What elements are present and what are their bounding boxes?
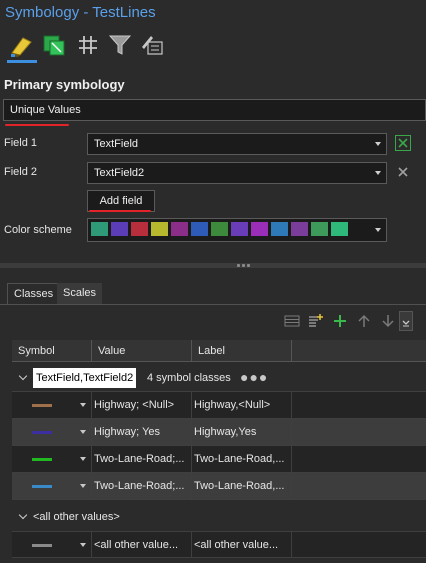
red-underline-add-field: [89, 210, 151, 212]
label-classes-icon[interactable]: [75, 32, 101, 58]
active-tab-indicator: [7, 60, 37, 63]
window-title: Symbology - TestLines: [5, 4, 156, 21]
chevron-down-icon: [375, 171, 381, 175]
list-view-icon[interactable]: [284, 313, 300, 329]
table-row[interactable]: Highway; <Null> Highway,<Null>: [12, 392, 426, 419]
color-swatch: [331, 222, 348, 236]
symbol-cell[interactable]: [12, 392, 92, 418]
header-symbol[interactable]: Symbol: [12, 340, 92, 362]
filter-icon[interactable]: [107, 32, 133, 58]
line-symbol-swatch: [32, 544, 52, 547]
add-class-icon[interactable]: [332, 313, 348, 329]
group-count: 4 symbol classes: [147, 372, 231, 384]
color-swatch: [171, 222, 188, 236]
color-swatch: [211, 222, 228, 236]
color-swatch: [291, 222, 308, 236]
grip-dot: [237, 264, 240, 267]
symbology-method-value: Unique Values: [10, 104, 81, 116]
chevron-down-icon[interactable]: [80, 457, 86, 461]
add-values-icon[interactable]: [307, 313, 323, 329]
color-swatch: [151, 222, 168, 236]
table-row[interactable]: Two-Lane-Road;... Two-Lane-Road,...: [12, 446, 426, 473]
color-scheme-label: Color scheme: [4, 224, 72, 236]
group-options-icon[interactable]: ●●●: [240, 369, 268, 385]
color-swatch: [231, 222, 248, 236]
add-field-button[interactable]: Add field: [87, 190, 155, 212]
field1-label: Field 1: [4, 137, 38, 149]
color-swatch: [191, 222, 208, 236]
grip-dot: [247, 264, 250, 267]
tab-classes[interactable]: Classes: [7, 283, 61, 304]
vary-symbology-icon[interactable]: [41, 32, 67, 58]
section-heading: Primary symbology: [4, 77, 125, 92]
value-cell[interactable]: Two-Lane-Road;...: [92, 473, 192, 499]
chevron-down-icon[interactable]: [18, 371, 28, 381]
group-field-name[interactable]: TextField,TextField2: [33, 368, 137, 388]
symbol-cell[interactable]: [12, 473, 92, 499]
header-value[interactable]: Value: [92, 340, 192, 362]
symbol-cell[interactable]: [12, 446, 92, 472]
color-swatch: [251, 222, 268, 236]
panel-splitter[interactable]: [0, 263, 426, 268]
other-values-group-row[interactable]: <all other values>: [12, 505, 426, 529]
field2-label: Field 2: [4, 166, 38, 178]
field2-value: TextField2: [94, 167, 145, 179]
color-swatch: [271, 222, 288, 236]
group-header-row[interactable]: TextField,TextField2 4 symbol classes ●●…: [12, 364, 426, 392]
move-up-icon[interactable]: [356, 313, 372, 329]
field1-value: TextField: [94, 138, 139, 150]
color-swatch: [131, 222, 148, 236]
grid-header: Symbol Value Label: [12, 340, 426, 362]
grip-dot: [242, 264, 245, 267]
line-symbol-swatch: [32, 404, 52, 407]
label-cell[interactable]: Two-Lane-Road,...: [192, 473, 292, 499]
symbol-cell[interactable]: [12, 532, 92, 558]
value-cell[interactable]: <all other value...: [92, 532, 192, 558]
move-down-icon[interactable]: [380, 313, 396, 329]
table-row[interactable]: <all other value... <all other value...: [12, 531, 426, 558]
line-symbol-swatch: [32, 485, 52, 488]
chevron-down-icon[interactable]: [80, 543, 86, 547]
chevron-down-icon: [375, 228, 381, 232]
primary-symbology-icon[interactable]: [9, 32, 35, 58]
value-cell[interactable]: Highway; <Null>: [92, 392, 192, 418]
line-symbol-swatch: [32, 431, 52, 434]
chevron-down-icon: [375, 142, 381, 146]
label-cell[interactable]: <all other value...: [192, 532, 292, 558]
label-cell[interactable]: Highway,Yes: [192, 419, 292, 445]
advanced-symbology-icon[interactable]: [139, 32, 165, 58]
table-row[interactable]: Two-Lane-Road;... Two-Lane-Road,...: [12, 473, 426, 500]
expression-icon[interactable]: [395, 135, 411, 151]
field2-dropdown[interactable]: TextField2: [87, 162, 387, 184]
more-options-icon[interactable]: [399, 311, 413, 331]
chevron-down-icon[interactable]: [18, 510, 28, 520]
chevron-down-icon[interactable]: [80, 403, 86, 407]
color-swatch: [111, 222, 128, 236]
label-cell[interactable]: Two-Lane-Road,...: [192, 446, 292, 472]
color-scheme-dropdown[interactable]: [87, 218, 387, 242]
tab-scales[interactable]: Scales: [57, 283, 103, 304]
table-row[interactable]: Highway; Yes Highway,Yes: [12, 419, 426, 446]
header-label[interactable]: Label: [192, 340, 292, 362]
label-cell[interactable]: Highway,<Null>: [192, 392, 292, 418]
line-symbol-swatch: [32, 458, 52, 461]
symbol-cell[interactable]: [12, 419, 92, 445]
remove-field-icon[interactable]: [395, 164, 411, 180]
other-values-group-label: <all other values>: [33, 511, 120, 523]
red-underline-method: [5, 124, 69, 126]
color-swatch: [311, 222, 328, 236]
field1-dropdown[interactable]: TextField: [87, 133, 387, 155]
color-swatch: [91, 222, 108, 236]
value-cell[interactable]: Two-Lane-Road;...: [92, 446, 192, 472]
value-cell[interactable]: Highway; Yes: [92, 419, 192, 445]
symbology-method-dropdown[interactable]: Unique Values: [3, 99, 426, 121]
chevron-down-icon[interactable]: [80, 484, 86, 488]
chevron-down-icon[interactable]: [80, 430, 86, 434]
